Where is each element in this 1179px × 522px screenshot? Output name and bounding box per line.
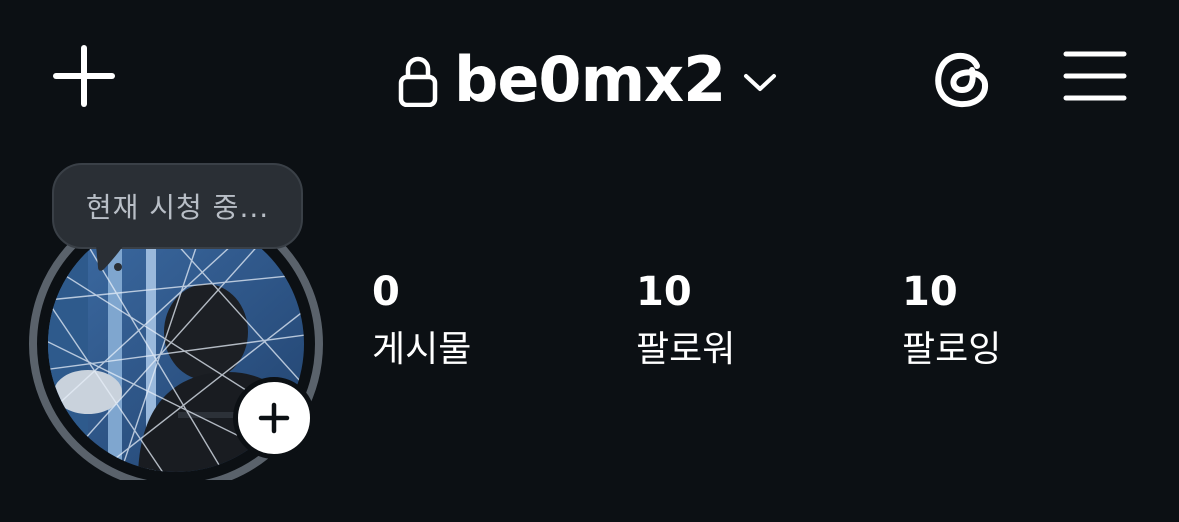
chevron-down-icon [744, 74, 777, 91]
top-navigation-bar: be0mx2 [0, 0, 1179, 150]
stat-label: 게시물 [372, 329, 472, 370]
stat-value: 0 [372, 269, 400, 315]
note-bubble-tail [96, 245, 124, 271]
note-bubble[interactable]: 현재 시청 중... [52, 163, 303, 249]
stat-value: 10 [636, 269, 692, 315]
lock-icon [398, 56, 438, 107]
stat-label: 팔로워 [636, 329, 736, 370]
plus-icon [258, 402, 290, 434]
add-story-button[interactable] [233, 377, 315, 459]
threads-icon[interactable] [930, 44, 996, 110]
note-text: 현재 시청 중... [85, 191, 270, 224]
following-count[interactable]: 10 팔로잉 [902, 272, 1001, 368]
stat-label: 팔로잉 [902, 329, 1002, 370]
followers-count[interactable]: 10 팔로워 [636, 272, 735, 368]
stat-value: 10 [902, 269, 958, 315]
username-title: be0mx2 [454, 43, 726, 116]
posts-count[interactable]: 0 게시물 [372, 272, 471, 368]
create-plus-icon[interactable] [52, 44, 116, 108]
hamburger-menu-icon[interactable] [1062, 46, 1128, 106]
account-switcher[interactable]: be0mx2 [398, 40, 777, 120]
